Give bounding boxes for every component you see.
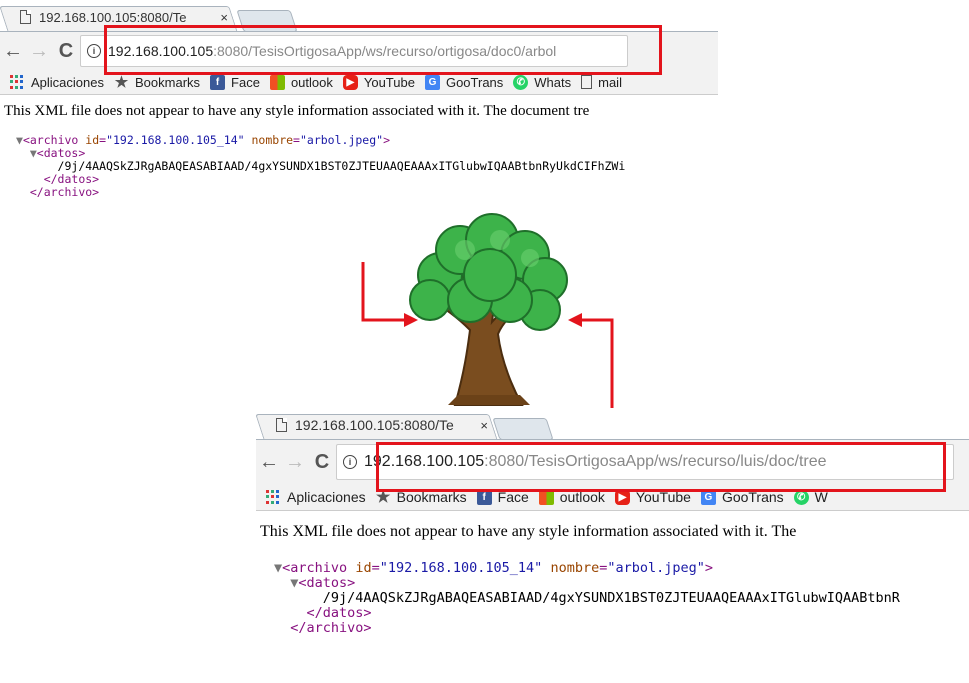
bookmark-face[interactable]: f Face [210,74,260,90]
outlook-icon [269,74,285,90]
xml-attr-name: id [355,560,372,576]
bookmark-outlook[interactable]: outlook [269,74,333,90]
bookmark-apps[interactable]: Aplicaciones [10,74,104,90]
bookmark-mail[interactable]: mail [581,75,622,90]
back-arrow-icon[interactable]: ← [256,451,282,474]
youtube-icon: ▶ [342,74,358,90]
xml-child-tag: <datos> [36,146,86,160]
collapse-triangle-icon[interactable]: ▼ [274,560,282,576]
xml-child-close: </datos> [306,605,372,621]
new-tab-button[interactable] [492,418,554,440]
xml-attr-name: nombre [550,560,600,576]
info-icon[interactable]: i [87,44,101,58]
page-icon [581,75,593,89]
xml-root-close: </archivo> [29,185,100,199]
url-highlight-box [104,25,662,75]
left-arrow-head [404,313,418,327]
browser-tab-content[interactable]: 192.168.100.105:8080/Te × [272,414,494,436]
right-arrow [580,318,614,410]
tab-strip: 192.168.100.105:8080/Te × [256,408,969,441]
reload-icon[interactable]: C [308,451,336,474]
xml-attr-name: nombre [251,133,294,147]
left-arrow [361,262,405,322]
xml-attr-value: "192.168.100.105_14" [379,560,543,576]
xml-root-tag: archivo [29,133,79,147]
xml-tree: ▼<archivo id="192.168.100.105_14" nombre… [274,560,900,636]
browser-window-bottom: 192.168.100.105:8080/Te × ← → C i 192.16… [256,408,969,683]
xml-root-tag: archivo [290,560,348,576]
whatsapp-icon: ✆ [513,74,529,90]
tab-title: 192.168.100.105:8080/Te [39,9,187,25]
apps-grid-icon [266,489,281,505]
xml-child-close: </datos> [43,172,100,186]
bookmark-bookmarks[interactable]: ★ Bookmarks [114,74,200,91]
xml-attr-value: "arbol.jpeg" [607,560,705,576]
page-icon [20,10,31,24]
url-highlight-box [376,442,946,492]
collapse-triangle-icon[interactable]: ▼ [16,133,23,147]
bookmark-youtube[interactable]: ▶ YouTube [342,74,415,90]
star-icon: ★ [114,74,129,91]
forward-arrow-icon[interactable]: → [26,40,52,63]
facebook-icon: f [210,74,226,90]
xml-data-content: /9j/4AAQSkZJRgABAQEASABIAAD/4gxYSUNDX1BS… [57,159,626,173]
bookmark-apps[interactable]: Aplicaciones [266,489,366,505]
xml-attr-name: id [85,133,100,147]
xml-child-tag: <datos> [298,575,356,591]
translate-icon: G [424,74,440,90]
apps-grid-icon [10,74,25,90]
tab-title: 192.168.100.105:8080/Te [295,417,454,433]
xml-tree: ▼<archivo id="192.168.100.105_14" nombre… [16,133,626,199]
right-arrow-head [568,313,582,327]
browser-window-top: 192.168.100.105:8080/Te × ← → C i 192.16… [0,0,718,250]
xml-root-close: </archivo> [290,620,372,636]
collapse-triangle-icon[interactable]: ▼ [30,146,37,160]
bookmark-gootrans[interactable]: G GooTrans [424,74,503,90]
page-icon [276,418,287,432]
xml-data-content: /9j/4AAQSkZJRgABAQEASABIAAD/4gxYSUNDX1BS… [322,590,900,606]
xml-attr-value: "arbol.jpeg" [299,133,384,147]
tab-close-button[interactable]: × [480,418,488,433]
xml-notice: This XML file does not appear to have an… [260,523,797,540]
info-icon[interactable]: i [343,455,357,469]
back-arrow-icon[interactable]: ← [0,40,26,63]
xml-notice: This XML file does not appear to have an… [4,103,590,119]
forward-arrow-icon[interactable]: → [282,451,308,474]
bookmark-whats[interactable]: ✆ Whats [513,74,571,90]
xml-attr-value: "192.168.100.105_14" [106,133,245,147]
tab-close-button[interactable]: × [220,10,228,25]
reload-icon[interactable]: C [52,40,80,63]
